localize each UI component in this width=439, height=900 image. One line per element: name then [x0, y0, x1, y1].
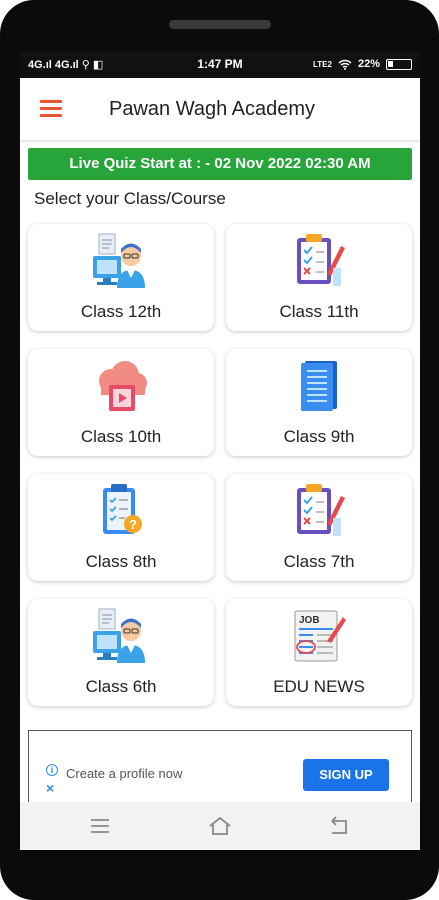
- card-label: Class 6th: [85, 677, 157, 696]
- card-class-8th[interactable]: ? Class 8th: [28, 474, 214, 581]
- card-label: Class 10th: [80, 427, 162, 446]
- sign-up-button[interactable]: SIGN UP: [303, 759, 389, 791]
- svg-text:JOB: JOB: [299, 615, 320, 626]
- wifi-icon: [338, 59, 352, 70]
- ad-banner[interactable]: i × Create a profile now SIGN UP: [42, 748, 398, 804]
- status-icons: LTE2 22%: [313, 58, 412, 70]
- card-class-12th[interactable]: Class 12th: [28, 224, 214, 331]
- svg-text:?: ?: [129, 517, 137, 532]
- card-label: Class 9th: [283, 427, 355, 446]
- lte-indicator: LTE2: [313, 59, 332, 69]
- card-class-9th[interactable]: Class 9th: [226, 349, 412, 456]
- card-class-6th[interactable]: Class 6th: [28, 599, 214, 706]
- hamburger-menu-icon[interactable]: [40, 100, 62, 118]
- card-label: Class 7th: [283, 552, 355, 571]
- student-computer-icon: [93, 233, 145, 288]
- notebook-icon: [301, 361, 337, 411]
- card-label: Class 11th: [279, 302, 359, 321]
- battery-icon: [386, 58, 412, 70]
- phone-frame: 4G.ıl 4G.ıl ⚲ ◧ 1:47 PM LTE2 22% Pawan W…: [0, 0, 439, 900]
- card-class-11th[interactable]: Class 11th: [226, 224, 412, 331]
- app-screen: 4G.ıl 4G.ıl ⚲ ◧ 1:47 PM LTE2 22% Pawan W…: [20, 52, 420, 850]
- speaker-grille: [169, 20, 271, 29]
- card-label: EDU NEWS: [273, 677, 365, 696]
- system-nav-bar: [20, 802, 420, 850]
- section-title: Select your Class/Course: [34, 189, 226, 208]
- status-bar: 4G.ıl 4G.ıl ⚲ ◧ 1:47 PM LTE2 22%: [20, 52, 420, 78]
- card-edu-news[interactable]: JOB EDU NEWS: [226, 599, 412, 706]
- card-label: Class 12th: [80, 302, 162, 321]
- card-label: Class 8th: [85, 552, 157, 571]
- cloud-video-book-icon: [99, 361, 147, 411]
- ad-text: Create a profile now: [66, 766, 183, 781]
- card-class-10th[interactable]: Class 10th: [28, 349, 214, 456]
- battery-percent: 22%: [357, 58, 380, 70]
- checklist-clipboard-icon: [297, 234, 345, 286]
- card-class-7th[interactable]: Class 7th: [226, 474, 412, 581]
- job-news-icon: JOB: [294, 610, 346, 662]
- question-clipboard-icon: ?: [103, 484, 142, 534]
- app-title: Pawan Wagh Academy: [109, 98, 316, 120]
- ad-close-icon[interactable]: ×: [46, 780, 54, 796]
- student-computer-icon: [93, 608, 145, 663]
- ad-info-icon[interactable]: i: [46, 764, 58, 776]
- menu-icon[interactable]: [88, 815, 112, 837]
- app-bar: Pawan Wagh Academy: [20, 78, 420, 140]
- live-quiz-banner[interactable]: Live Quiz Start at : - 02 Nov 2022 02:30…: [28, 148, 412, 180]
- checklist-clipboard-icon: [297, 484, 345, 536]
- back-icon[interactable]: [328, 815, 352, 837]
- home-icon[interactable]: [208, 815, 232, 837]
